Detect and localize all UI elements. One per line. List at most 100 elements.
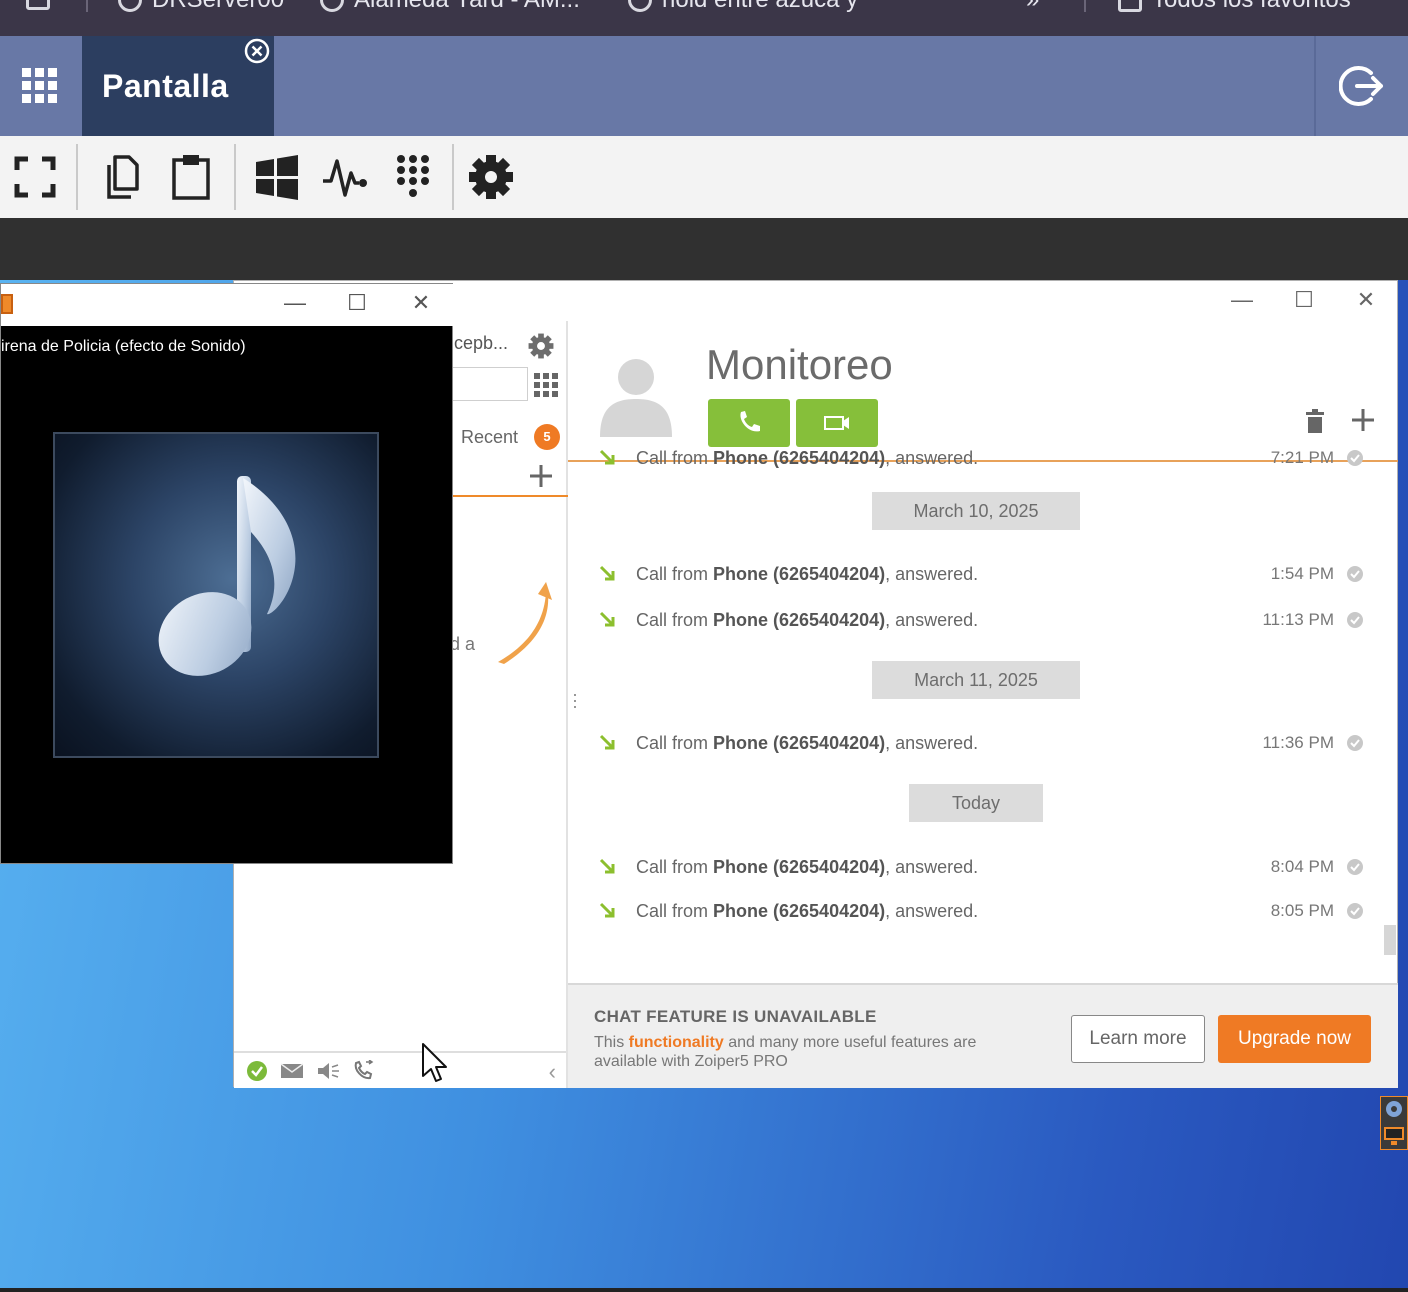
add-contact-icon[interactable]: [528, 463, 554, 489]
incoming-call-arrow-icon: [599, 734, 615, 750]
windows-key-button[interactable]: [252, 152, 302, 202]
call-suffix: , answered.: [885, 733, 979, 753]
upgrade-now-button[interactable]: Upgrade now: [1218, 1015, 1371, 1063]
call-history-row[interactable]: Call from Phone (6265404204), answered. 1…: [598, 608, 1368, 634]
call-forward-icon[interactable]: [352, 1059, 374, 1082]
settings-button[interactable]: [466, 152, 516, 202]
bookmarks-overflow-chevron-icon[interactable]: »: [1026, 0, 1039, 14]
caller-name: Phone (6265404204): [713, 901, 886, 921]
learn-more-button[interactable]: Learn more: [1071, 1015, 1205, 1063]
delivered-check-icon: [1347, 450, 1363, 466]
copy-button[interactable]: [96, 152, 146, 202]
close-tab-icon[interactable]: [244, 38, 270, 64]
delivered-check-icon: [1347, 903, 1363, 919]
account-settings-gear-icon[interactable]: [528, 333, 554, 359]
bookmark-item[interactable]: Alameda Yard - AM...: [320, 0, 580, 14]
date-separator: March 11, 2025: [872, 661, 1080, 699]
bookmark-item[interactable]: hold entre azuca y: [628, 0, 858, 14]
audio-call-button[interactable]: [708, 399, 790, 447]
call-time: 1:54 PM: [1270, 564, 1334, 583]
apps-grid-button[interactable]: [0, 36, 80, 136]
call-suffix: , answered.: [885, 448, 979, 468]
delete-trash-icon[interactable]: [1306, 409, 1324, 433]
remote-toolbar: [0, 136, 1408, 218]
add-icon[interactable]: [1350, 407, 1376, 433]
bookmark-label: Alameda Yard - AM...: [354, 0, 580, 14]
system-tray-widget[interactable]: [1380, 1096, 1408, 1150]
media-maximize-button[interactable]: ☐: [337, 290, 377, 316]
all-bookmarks-item[interactable]: Todos los favoritos: [1118, 0, 1351, 14]
media-player-titlebar[interactable]: — ☐ ✕: [1, 284, 454, 326]
call-description: Call from Phone (6265404204), answered.: [636, 610, 978, 631]
track-title: irena de Policia (efecto de Sonido): [1, 338, 246, 355]
contact-avatar-icon: [600, 359, 672, 437]
tray-settings-monitor-icon: [1384, 1101, 1404, 1145]
status-online-icon[interactable]: [246, 1060, 268, 1082]
speaker-icon[interactable]: [316, 1062, 340, 1080]
promo-text: This functionality and many more useful …: [594, 1033, 1014, 1071]
call-time: 11:36 PM: [1262, 733, 1334, 752]
call-history-row[interactable]: Call from Phone (6265404204), answered. 1…: [598, 562, 1368, 588]
clipboard-icon: [172, 155, 210, 200]
messages-envelope-icon[interactable]: [280, 1062, 304, 1080]
toolbar-separator: [234, 144, 236, 210]
delivered-check-icon: [1347, 859, 1363, 875]
media-minimize-button[interactable]: —: [275, 290, 315, 316]
video-call-button[interactable]: [796, 399, 878, 447]
bookmark-item[interactable]: DRServer00: [118, 0, 284, 14]
apps-icon[interactable]: [26, 0, 50, 10]
dialpad-grid-icon[interactable]: [534, 373, 558, 397]
browser-bookmarks-bar: DRServer00 Alameda Yard - AM... hold ent…: [0, 0, 1408, 36]
call-history-row[interactable]: Call from Phone (6265404204), answered. 8…: [598, 899, 1368, 925]
keypad-icon: [397, 155, 429, 197]
delivered-check-icon: [1347, 566, 1363, 582]
bookmark-label: hold entre azuca y: [662, 0, 858, 14]
incoming-call-arrow-icon: [599, 611, 615, 627]
fullscreen-icon: [14, 156, 56, 198]
toolbar-separator: [76, 144, 78, 210]
copy-icon: [107, 155, 139, 199]
promo-title: CHAT FEATURE IS UNAVAILABLE: [594, 1007, 877, 1026]
call-suffix: , answered.: [885, 610, 979, 630]
call-description: Call from Phone (6265404204), answered.: [636, 448, 978, 469]
date-separator: March 10, 2025: [872, 492, 1080, 530]
call-time: 7:21 PM: [1270, 448, 1334, 467]
apps-grid-icon: [22, 68, 57, 103]
logout-icon: [1339, 66, 1383, 106]
call-history-row[interactable]: Call from Phone (6265404204), answered. 8…: [598, 855, 1368, 881]
fullscreen-button[interactable]: [10, 152, 60, 202]
tab-title: Pantalla: [102, 68, 229, 104]
music-note-icon: [158, 476, 296, 676]
keypad-button[interactable]: [388, 152, 438, 202]
tab-recent[interactable]: Recent: [461, 427, 518, 448]
settings-gear-icon: [469, 155, 513, 199]
call-history-row[interactable]: Call from Phone (6265404204), answered. 1…: [598, 731, 1368, 757]
zoiper-maximize-button[interactable]: ☐: [1284, 287, 1324, 313]
remote-viewport-top: [0, 218, 1408, 280]
call-suffix: , answered.: [885, 857, 979, 877]
incoming-call-arrow-icon: [599, 449, 615, 465]
call-time: 8:05 PM: [1270, 901, 1334, 920]
account-name[interactable]: cepb...: [454, 333, 508, 354]
media-player-window: — ☐ ✕ irena de Policia (efecto de Sonido…: [0, 283, 454, 864]
pulse-icon: [323, 159, 367, 197]
call-prefix: Call from: [636, 448, 714, 468]
history-scrollbar-thumb[interactable]: [1384, 925, 1396, 955]
media-close-button[interactable]: ✕: [401, 290, 441, 316]
tab-pantalla[interactable]: Pantalla: [82, 36, 274, 136]
call-prefix: Call from: [636, 564, 714, 584]
contact-name: Monitoreo: [706, 341, 893, 388]
contact-search-input[interactable]: [444, 367, 528, 401]
clipboard-button[interactable]: [166, 152, 216, 202]
call-suffix: , answered.: [885, 901, 979, 921]
zoiper-close-button[interactable]: ✕: [1346, 287, 1386, 313]
call-prefix: Call from: [636, 857, 714, 877]
activity-button[interactable]: [320, 152, 370, 202]
collapse-sidebar-chevron-icon[interactable]: ‹: [549, 1059, 556, 1085]
zoiper-minimize-button[interactable]: —: [1222, 287, 1262, 313]
logout-button[interactable]: [1314, 36, 1408, 136]
screen: DRServer00 Alameda Yard - AM... hold ent…: [0, 0, 1408, 1292]
hint-arrow-icon: [498, 582, 552, 664]
call-history-row[interactable]: Call from Phone (6265404204), answered. 7…: [598, 446, 1368, 472]
caller-name: Phone (6265404204): [713, 857, 886, 877]
